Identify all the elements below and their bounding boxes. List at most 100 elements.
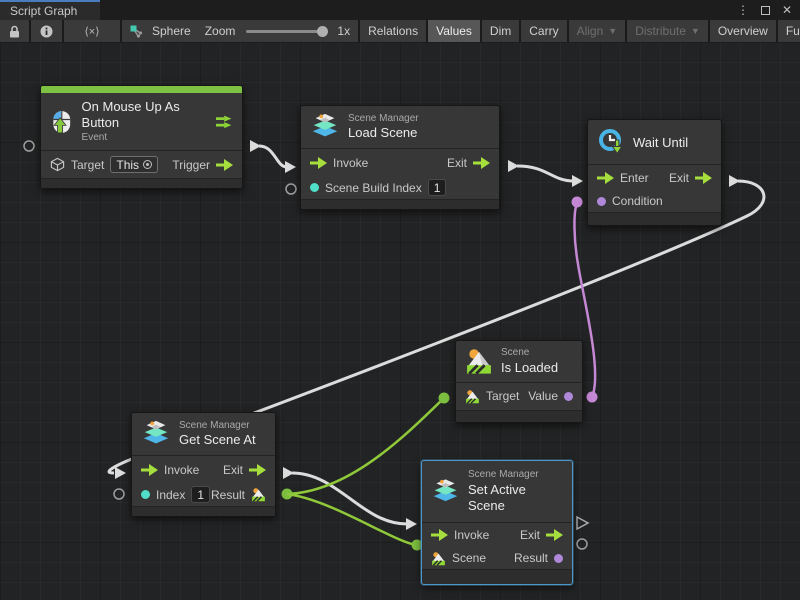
value-port-icon[interactable] bbox=[310, 183, 319, 192]
overview-button[interactable]: Overview bbox=[710, 20, 776, 42]
graph-pointer-icon bbox=[130, 25, 145, 38]
port-unconnected-result[interactable] bbox=[577, 539, 587, 549]
title-bar: Script Graph ⋮ ✕ bbox=[0, 0, 800, 20]
flow-out-icon[interactable] bbox=[216, 159, 233, 171]
port-label-invoke: Invoke bbox=[333, 156, 368, 170]
port-unconnected-scenebuildindex[interactable] bbox=[286, 184, 296, 194]
coroutine-icon bbox=[216, 115, 233, 129]
port-label-scene-build-index: Scene Build Index bbox=[325, 181, 422, 195]
graph-owner-name: Sphere bbox=[152, 24, 191, 38]
code-icon: ⟨×⟩ bbox=[84, 25, 99, 38]
port-unconnected-exit[interactable] bbox=[577, 517, 588, 529]
flow-in-icon[interactable] bbox=[310, 157, 327, 169]
port-label-condition: Condition bbox=[612, 194, 663, 208]
port-unconnected-target[interactable] bbox=[24, 141, 34, 151]
gameobject-cube-icon bbox=[50, 157, 65, 172]
zoom-slider[interactable] bbox=[246, 30, 326, 33]
node-title: Load Scene bbox=[348, 125, 419, 141]
tab-script-graph[interactable]: Script Graph bbox=[0, 0, 100, 20]
scene-port-icon[interactable] bbox=[465, 389, 480, 404]
flow-out-icon[interactable] bbox=[546, 529, 563, 541]
scene-manager-icon bbox=[310, 112, 340, 142]
port-label-exit: Exit bbox=[669, 171, 689, 185]
node-caption: Scene Manager bbox=[348, 113, 419, 126]
scene-icon bbox=[465, 347, 493, 375]
scene-manager-icon bbox=[141, 419, 171, 449]
wire-trigger-to-loadscene[interactable] bbox=[250, 140, 296, 173]
lock-button[interactable] bbox=[0, 20, 29, 42]
port-label-exit: Exit bbox=[223, 463, 243, 477]
port-label-target: Target bbox=[71, 158, 104, 172]
toolbar-main-segment: Sphere Zoom 1x bbox=[122, 20, 358, 42]
mouse-up-icon bbox=[50, 109, 74, 135]
zoom-value: 1x bbox=[337, 24, 350, 38]
value-port-icon[interactable] bbox=[597, 197, 606, 206]
chevron-down-icon: ▼ bbox=[691, 26, 700, 36]
port-unconnected-index[interactable] bbox=[114, 489, 124, 499]
carry-button[interactable]: Carry bbox=[521, 20, 566, 42]
node-caption: Scene Manager bbox=[179, 420, 256, 433]
port-label-scene: Scene bbox=[452, 551, 486, 565]
value-port-icon[interactable] bbox=[564, 392, 573, 401]
value-port-icon[interactable] bbox=[141, 490, 150, 499]
port-label-target: Target bbox=[486, 389, 519, 403]
target-value-field[interactable]: This bbox=[110, 156, 158, 173]
port-label-result: Result bbox=[211, 488, 245, 502]
port-label-invoke: Invoke bbox=[164, 463, 199, 477]
graph-toolbar: ⟨×⟩ Sphere Zoom 1x Relations Values Dim … bbox=[0, 20, 800, 42]
port-label-enter: Enter bbox=[620, 171, 649, 185]
flow-out-icon[interactable] bbox=[473, 157, 490, 169]
port-label-trigger: Trigger bbox=[172, 158, 210, 172]
flow-out-icon[interactable] bbox=[249, 464, 266, 476]
edit-source-button[interactable]: ⟨×⟩ bbox=[64, 20, 120, 42]
flow-in-icon[interactable] bbox=[431, 529, 448, 541]
zoom-slider-handle[interactable] bbox=[317, 26, 328, 37]
node-caption: Scene bbox=[501, 347, 558, 360]
port-label-exit: Exit bbox=[447, 156, 467, 170]
relations-button[interactable]: Relations bbox=[360, 20, 426, 42]
node-set-active-scene[interactable]: Scene Manager Set Active Scene Invoke Ex… bbox=[421, 460, 573, 585]
node-title: Is Loaded bbox=[501, 360, 558, 376]
node-caption: Scene Manager bbox=[468, 469, 563, 482]
node-is-loaded[interactable]: Scene Is Loaded Target Value bbox=[455, 340, 583, 423]
wire-loadscene-to-waituntil[interactable] bbox=[508, 160, 583, 187]
node-load-scene[interactable]: Scene Manager Load Scene Invoke Exit bbox=[300, 105, 500, 210]
lock-icon bbox=[9, 25, 20, 38]
fullscreen-button[interactable]: Full Screen bbox=[778, 20, 800, 42]
flow-in-icon[interactable] bbox=[597, 172, 614, 184]
chevron-down-icon: ▼ bbox=[608, 26, 617, 36]
scene-manager-icon bbox=[431, 477, 460, 507]
zoom-label: Zoom bbox=[205, 24, 236, 38]
scene-port-icon[interactable] bbox=[251, 487, 266, 502]
info-button[interactable] bbox=[31, 20, 62, 42]
menu-icon[interactable]: ⋮ bbox=[737, 3, 749, 17]
port-label-exit: Exit bbox=[520, 528, 540, 542]
info-icon bbox=[40, 25, 53, 38]
object-picker-icon[interactable] bbox=[143, 160, 152, 169]
node-title: On Mouse Up As Button bbox=[82, 99, 208, 132]
close-icon[interactable]: ✕ bbox=[782, 3, 792, 17]
values-button[interactable]: Values bbox=[428, 20, 480, 42]
port-label-value: Value bbox=[528, 389, 558, 403]
graph-canvas[interactable]: On Mouse Up As Button Event Target This bbox=[0, 42, 800, 600]
node-on-mouse-up[interactable]: On Mouse Up As Button Event Target This bbox=[40, 85, 243, 189]
flow-out-icon[interactable] bbox=[695, 172, 712, 184]
event-accent-bar bbox=[41, 86, 242, 93]
port-label-index: Index bbox=[156, 488, 185, 502]
port-label-result: Result bbox=[514, 551, 548, 565]
flow-in-icon[interactable] bbox=[141, 464, 158, 476]
node-title: Get Scene At bbox=[179, 432, 256, 448]
node-title: Wait Until bbox=[633, 135, 688, 150]
distribute-button[interactable]: Distribute▼ bbox=[627, 20, 708, 42]
align-button[interactable]: Align▼ bbox=[569, 20, 626, 42]
node-wait-until[interactable]: Wait Until Enter Exit bbox=[587, 119, 722, 226]
node-title: Set Active Scene bbox=[468, 482, 563, 515]
port-label-invoke: Invoke bbox=[454, 528, 489, 542]
maximize-icon[interactable] bbox=[761, 6, 770, 15]
index-field[interactable]: 1 bbox=[191, 486, 210, 503]
node-get-scene-at[interactable]: Scene Manager Get Scene At Invoke Exit bbox=[131, 412, 276, 517]
value-port-icon[interactable] bbox=[554, 554, 563, 563]
scene-build-index-field[interactable]: 1 bbox=[428, 179, 447, 196]
scene-port-icon[interactable] bbox=[431, 551, 446, 566]
dim-button[interactable]: Dim bbox=[482, 20, 519, 42]
